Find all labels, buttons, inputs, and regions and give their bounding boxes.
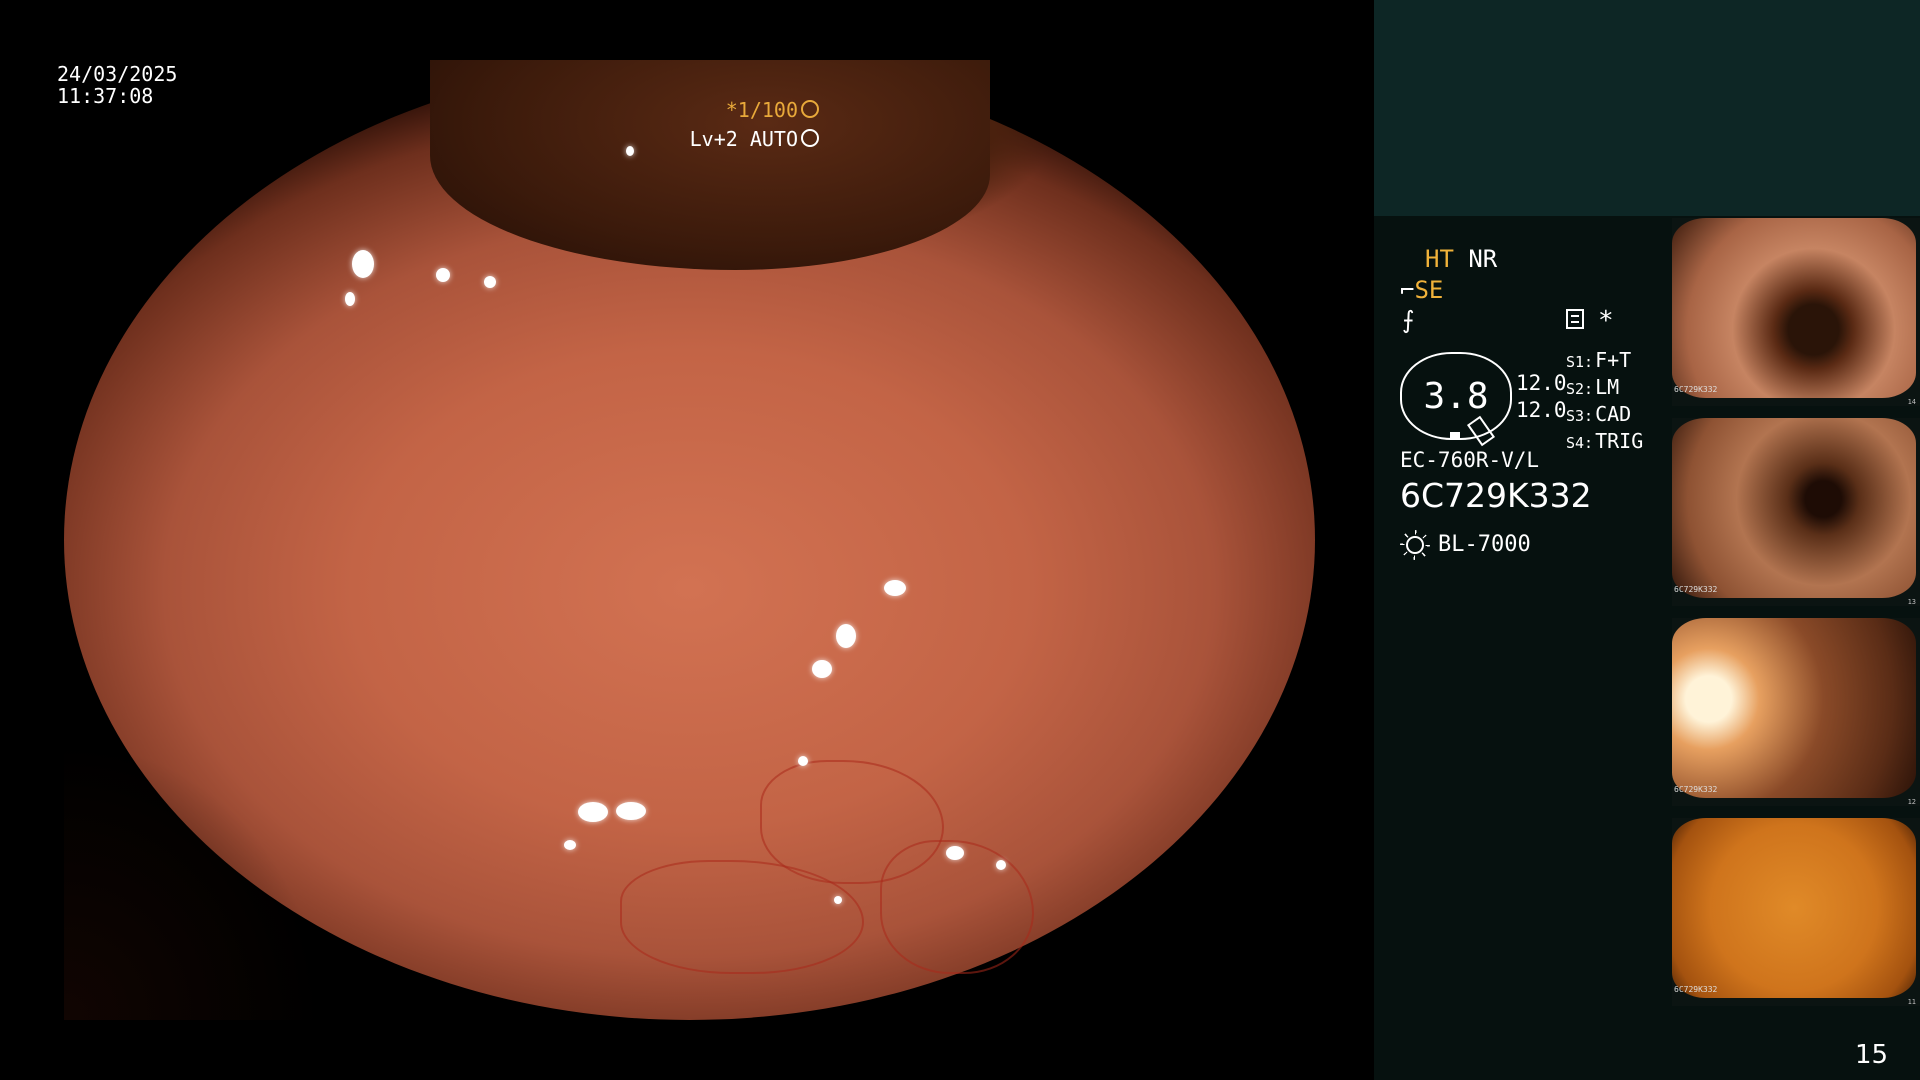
endoscope-view: 24/03/2025 11:37:08 *1/100 Lv+2 AUTO: [0, 0, 1374, 1080]
light-reflection: [484, 276, 496, 288]
light-reflection: [798, 756, 808, 766]
se-indicator: ⌐SE: [1400, 275, 1443, 305]
light-reflection: [836, 624, 856, 648]
thumbnail-number: 14: [1907, 398, 1916, 406]
time-text: 11:37:08: [57, 84, 154, 108]
thumbnail-caption: 6C729K332: [1674, 585, 1718, 594]
enhancement-text: Lv+2 AUTO: [689, 127, 798, 151]
zoom-value: 12.0: [1516, 371, 1567, 395]
light-reflection: [345, 292, 355, 306]
light-reflection: [996, 860, 1006, 870]
switch-row: S2: LM: [1566, 375, 1620, 399]
thumbnail-image: [1672, 818, 1916, 998]
image-shadow: [64, 740, 324, 1020]
light-source-icon: [1406, 535, 1424, 554]
captured-thumbnail[interactable]: 6C729K332 12: [1672, 618, 1920, 806]
light-reflection: [884, 580, 906, 596]
scope-serial: 6C729K332: [1400, 476, 1592, 515]
auto-exposure-icon: [801, 129, 819, 147]
enhancement-level: Lv+2 AUTO: [690, 127, 819, 151]
thumbnail-caption: 6C729K332: [1674, 985, 1718, 994]
thumbnail-number: 13: [1907, 598, 1916, 606]
magnification-gauge: 3.8: [1400, 352, 1512, 440]
page-number: 15: [1855, 1040, 1889, 1070]
star-marker: *: [1598, 306, 1614, 336]
switch-row: S4: TRIG: [1566, 429, 1644, 453]
switch-row: S1: F+T: [1566, 348, 1632, 372]
date-time: 24/03/2025 11:37:08: [57, 63, 177, 107]
thumbnail-caption: 6C729K332: [1674, 385, 1718, 394]
light-reflection: [834, 896, 842, 904]
light-reflection: [812, 660, 832, 678]
light-reflection: [352, 250, 374, 278]
captured-thumbnail[interactable]: 6C729K332 14: [1672, 218, 1920, 406]
date-text: 24/03/2025: [57, 62, 178, 86]
scope-icon: ⌐: [1400, 276, 1415, 304]
captured-thumbnail[interactable]: 6C729K332 11: [1672, 818, 1920, 1006]
thumbnail-image: [1672, 618, 1916, 798]
light-reflection: [436, 268, 450, 282]
settings-panel: [1374, 216, 1672, 1080]
zoom-values: 12.0 12.0: [1516, 370, 1567, 424]
thumbnail-caption: 6C729K332: [1674, 785, 1718, 794]
nr-label: NR: [1468, 245, 1498, 273]
thumbnail-number: 12: [1907, 798, 1916, 806]
light-reflection: [616, 802, 646, 820]
switch-row: S3: CAD: [1566, 402, 1632, 426]
scope-model: EC-760R-V/L: [1400, 448, 1540, 472]
light-reflection: [564, 840, 576, 850]
ht-label: HT: [1425, 245, 1454, 273]
thumbnail-image: [1672, 218, 1916, 398]
shutter-text: *1/100: [725, 98, 798, 122]
gauge-value: 3.8: [1423, 375, 1489, 417]
se-label: SE: [1414, 276, 1444, 304]
light-reflection: [578, 802, 608, 822]
light-reflection: [626, 146, 634, 156]
thumbnail-image: [1672, 418, 1916, 598]
ht-nr-indicator: HT NR: [1425, 244, 1497, 274]
freeze-icon: ⨍: [1402, 306, 1415, 334]
thumbnail-number: 11: [1907, 998, 1916, 1006]
shutter-speed: *1/100: [726, 98, 819, 122]
memory-icon: [1566, 309, 1584, 329]
zoom-value: 12.0: [1516, 398, 1567, 422]
captured-thumbnail[interactable]: 6C729K332 13: [1672, 418, 1920, 606]
gauge-marker: [1450, 432, 1460, 440]
light-source-label: BL-7000: [1438, 532, 1531, 557]
panel-header: [1374, 0, 1920, 216]
aperture-icon: [801, 100, 819, 118]
light-reflection: [946, 846, 964, 860]
light-source: BL-7000: [1400, 532, 1531, 557]
switch-assignments: S1: F+T S2: LM S3: CAD S4: TRIG: [1566, 348, 1643, 456]
